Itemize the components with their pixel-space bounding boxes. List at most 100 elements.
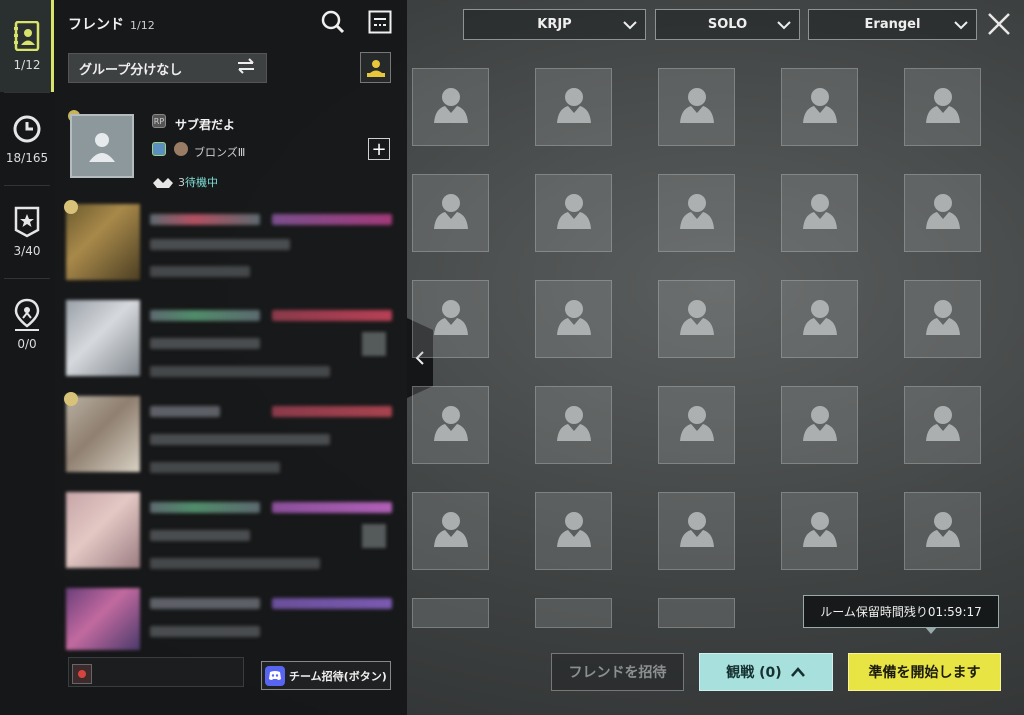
- empty-player-slot[interactable]: [904, 174, 981, 252]
- list-item[interactable]: [66, 490, 396, 582]
- self-status-prefix: 3: [178, 176, 185, 189]
- person-placeholder-icon: [554, 401, 594, 449]
- panel-title-label: フレンド: [68, 17, 124, 33]
- add-friend-button[interactable]: +: [368, 138, 390, 160]
- empty-player-slot[interactable]: [535, 68, 612, 146]
- self-status: 3待機中: [178, 174, 218, 190]
- empty-player-slot[interactable]: [781, 68, 858, 146]
- person-placeholder-icon: [677, 507, 717, 555]
- mode-select[interactable]: SOLO: [655, 9, 800, 40]
- rail-item-recent[interactable]: 18/165: [0, 93, 54, 185]
- server-select-value: KRJP: [537, 17, 572, 32]
- empty-player-slot[interactable]: [658, 68, 735, 146]
- blurred-rank: [150, 626, 260, 637]
- search-icon[interactable]: [320, 9, 346, 35]
- boat-status-icon: [152, 174, 176, 188]
- person-placeholder-icon: [431, 83, 471, 131]
- list-item[interactable]: [64, 200, 396, 294]
- left-rail: 1/12 18/165 3/40 0/0: [0, 0, 55, 715]
- person-placeholder-icon: [677, 295, 717, 343]
- empty-player-slot[interactable]: [412, 386, 489, 464]
- person-placeholder-icon: [800, 507, 840, 555]
- discord-team-invite-button[interactable]: チーム招待(ボタン): [261, 661, 391, 690]
- empty-player-slot[interactable]: [412, 174, 489, 252]
- blurred-tag: [272, 502, 392, 513]
- blurred-tag: [272, 406, 392, 417]
- empty-player-slot[interactable]: [904, 280, 981, 358]
- empty-player-slot[interactable]: [658, 598, 735, 628]
- map-select-value: Erangel: [864, 17, 921, 32]
- empty-player-slot[interactable]: [781, 386, 858, 464]
- empty-player-slot[interactable]: [535, 174, 612, 252]
- server-select[interactable]: KRJP: [463, 9, 646, 40]
- rail-item-friends[interactable]: 1/12: [0, 0, 54, 92]
- empty-player-slot[interactable]: [658, 280, 735, 358]
- list-item[interactable]: [66, 298, 396, 390]
- record-icon[interactable]: [72, 664, 92, 684]
- blurred-name: [150, 502, 260, 513]
- empty-player-slot[interactable]: [658, 386, 735, 464]
- spectate-button[interactable]: 観戦 (0): [699, 653, 833, 691]
- empty-player-slot[interactable]: [781, 280, 858, 358]
- discord-icon: [265, 665, 285, 686]
- blurred-action-icon[interactable]: [362, 524, 386, 548]
- rail-item-clan[interactable]: 3/40: [0, 186, 54, 278]
- person-placeholder-icon: [677, 189, 717, 237]
- empty-player-slot[interactable]: [535, 492, 612, 570]
- crown-icon: [64, 392, 78, 406]
- empty-player-slot[interactable]: [412, 492, 489, 570]
- empty-player-slot[interactable]: [781, 174, 858, 252]
- blurred-rank: [150, 530, 250, 541]
- clock-icon: [12, 113, 42, 145]
- empty-player-slot[interactable]: [535, 598, 612, 628]
- empty-player-slot[interactable]: [412, 280, 489, 358]
- start-ready-label: 準備を開始します: [868, 665, 981, 681]
- blurred-status: [150, 558, 320, 569]
- empty-player-slot[interactable]: [658, 492, 735, 570]
- self-rank: ブロンズⅢ: [194, 146, 246, 159]
- friend-request-icon[interactable]: [360, 52, 391, 83]
- list-item[interactable]: [64, 392, 396, 486]
- bronze-rank-icon: [174, 142, 188, 156]
- swap-arrows-icon: [236, 58, 256, 78]
- group-toggle-button[interactable]: グループ分けなし: [68, 53, 267, 83]
- person-placeholder-icon: [923, 401, 963, 449]
- blurred-name: [150, 406, 220, 417]
- empty-player-slot[interactable]: [535, 386, 612, 464]
- room-timer-text: ルーム保留時間残り01:59:17: [820, 605, 982, 619]
- close-icon[interactable]: [986, 11, 1012, 37]
- friends-panel: フレンド 1/12 グループ分けなし RP サブ君だよ ブロンズⅢ + 3待機中: [54, 0, 407, 715]
- menu-list-icon[interactable]: [367, 9, 393, 35]
- blurred-name: [150, 598, 260, 609]
- bottom-input-area[interactable]: [68, 657, 244, 687]
- empty-player-slot[interactable]: [535, 280, 612, 358]
- empty-player-slot[interactable]: [412, 598, 489, 628]
- blurred-rank: [150, 338, 260, 349]
- empty-player-slot[interactable]: [904, 386, 981, 464]
- blurred-action-icon[interactable]: [362, 332, 386, 356]
- invite-friends-label: フレンドを招待: [568, 665, 667, 681]
- person-placeholder-icon: [923, 83, 963, 131]
- start-ready-button[interactable]: 準備を開始します: [848, 653, 1001, 691]
- invite-friends-button[interactable]: フレンドを招待: [551, 653, 684, 691]
- rail-item-nearby[interactable]: 0/0: [0, 279, 54, 371]
- location-pin-icon: [12, 298, 42, 331]
- blurred-name: [150, 214, 260, 225]
- avatar: [66, 204, 140, 280]
- blurred-status: [150, 462, 280, 473]
- empty-player-slot[interactable]: [412, 68, 489, 146]
- discord-button-label: チーム招待(ボタン): [289, 669, 387, 683]
- avatar: [66, 396, 140, 472]
- map-select[interactable]: Erangel: [808, 9, 977, 40]
- empty-player-slot[interactable]: [658, 174, 735, 252]
- empty-player-slot[interactable]: [904, 68, 981, 146]
- rp-badge-icon: RP: [152, 114, 166, 128]
- person-placeholder-icon: [554, 189, 594, 237]
- person-placeholder-icon: [431, 401, 471, 449]
- empty-player-slot[interactable]: [904, 492, 981, 570]
- spectate-label: 観戦 (0): [726, 665, 782, 681]
- empty-player-slot[interactable]: [781, 492, 858, 570]
- mode-select-value: SOLO: [707, 17, 748, 32]
- rail-count-recent: 18/165: [5, 151, 49, 165]
- self-entry[interactable]: RP サブ君だよ ブロンズⅢ + 3待機中: [68, 110, 393, 198]
